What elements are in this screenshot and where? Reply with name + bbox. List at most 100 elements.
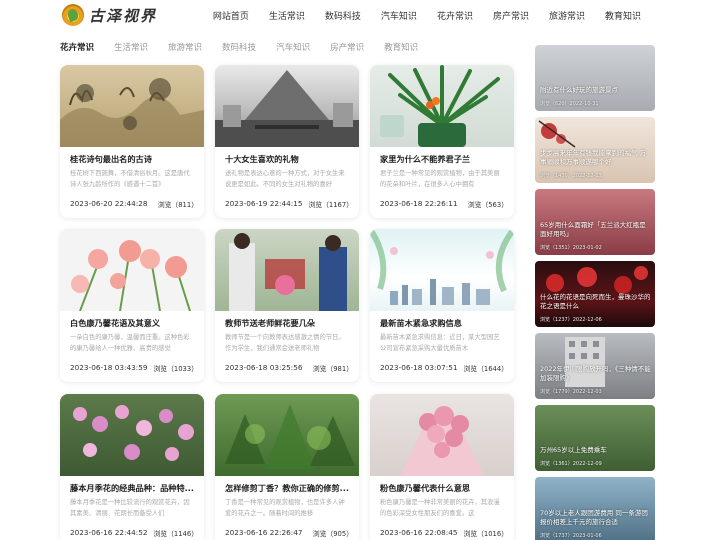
article-title[interactable]: 家里为什么不能养君子兰 [380,153,504,165]
article-date: 2023-06-19 22:44:15 [225,199,303,208]
article-thumbnail[interactable] [215,229,359,311]
article-thumbnail[interactable] [60,394,204,476]
sidebar-item-meta: 浏览（1430）2022-12-13 [540,173,602,179]
article-meta: 2023-06-18 03:07:51 浏览（1644） [380,363,508,373]
article-desc: 藤本月季花是一种比较流行的观赏花卉，因其素美、清丽、花期长而备受人们 [70,499,190,517]
sidebar-item-meta: 浏览（1737）2023-01-06 [540,533,602,539]
article-card[interactable]: 最新苗木紧急求购信息 最新苗木紧急求购信息：近日，某大型园艺公司宣布紧急采购大量… [370,229,514,382]
article-date: 2023-06-16 22:26:47 [225,528,303,537]
sidebar-item-caption[interactable]: 2022年伊川限购放开吗，《三种情不能加装限购》 [540,365,652,383]
sidebar-item-meta: 浏览（1237）2022-12-06 [540,317,602,323]
article-card[interactable]: 粉色康乃馨代表什么意思 粉色康乃馨是一种非常美丽的花卉，其浪漫的色彩深受女性朋友… [370,394,514,540]
tab-car[interactable]: 汽车知识 [276,41,310,53]
article-title[interactable]: 粉色康乃馨代表什么意思 [380,482,504,494]
article-desc: 丁香是一种常见的观赏植物，也是许多人钟爱的花卉之一。随着时间的推移 [225,499,345,517]
article-thumbnail[interactable] [370,65,514,147]
sidebar-item-caption[interactable]: 万州65岁以上免费乘车 [540,446,652,455]
nav-item-car[interactable]: 汽车知识 [381,9,417,22]
sidebar-item[interactable]: 70岁以上老人跟团游费用 同一条游团报价相差上千元的旅行合适 浏览（1737）2… [535,477,655,540]
article-views: 浏览（1016） [463,530,509,538]
article-thumbnail[interactable] [370,229,514,311]
article-desc: 桂花树下西施舞，不借清俗秋月。这是唐代诗人张九龄所作的《感遇十二首》 [70,170,190,188]
article-card[interactable]: 教师节送老师鲜花要几朵 教师节是一个向教师表达感激之情的节日。作为学生，我们通常… [215,229,359,382]
article-desc: 一朵白色的康乃馨，温馨而庄重。这种色彩的康乃馨给人一种优雅、高贵的感觉 [70,334,190,352]
sidebar-item[interactable]: 2022年伊川限购放开吗，《三种情不能加装限购》 浏览（1779）2022-12… [535,333,655,399]
tab-flower[interactable]: 花卉常识 [60,41,94,53]
article-meta: 2023-06-18 22:26:11 浏览（563） [380,199,508,209]
article-views: 浏览（981） [312,365,353,373]
article-title[interactable]: 白色康乃馨花语及其意义 [70,317,194,329]
nav-item-house[interactable]: 房产常识 [493,9,529,22]
article-title[interactable]: 怎样修剪丁香？教你正确的修剪... [225,482,349,494]
article-card[interactable]: 怎样修剪丁香？教你正确的修剪... 丁香是一种常见的观赏植物，也是许多人钟爱的花… [215,394,359,540]
article-thumbnail[interactable] [60,229,204,311]
article-date: 2023-06-18 03:43:59 [70,363,148,372]
article-views: 浏览（1033） [153,365,199,373]
article-desc: 粉色康乃馨是一种非常美丽的花卉，其浪漫的色彩深受女性朋友们的喜爱。这 [380,499,500,517]
sidebar-item-caption[interactable]: 70岁以上老人跟团游费用 同一条游团报价相差上千元的旅行合适 [540,509,652,527]
article-views: 浏览（563） [467,201,508,209]
article-date: 2023-06-18 03:07:51 [380,363,458,372]
tab-travel[interactable]: 旅游常识 [168,41,202,53]
article-meta: 2023-06-18 03:25:56 浏览（981） [225,363,353,373]
article-title[interactable]: 桂花诗句最出名的古诗 [70,153,194,165]
article-views: 浏览（1644） [463,365,509,373]
site-header: 古泽视界 网站首页 生活常识 数码科技 汽车知识 花卉常识 房产常识 旅游常识 … [0,0,720,32]
sidebar-item-caption[interactable]: 65岁用什么面霜好「五兰派大红瓶是面好用吗」 [540,221,652,239]
sidebar-item-meta: 浏览（620）2022-10-31 [540,101,599,107]
article-card[interactable]: 白色康乃馨花语及其意义 一朵白色的康乃馨，温馨而庄重。这种色彩的康乃馨给人一种优… [60,229,204,382]
article-meta: 2023-06-16 22:08:45 浏览（1016） [380,528,508,538]
nav-item-home[interactable]: 网站首页 [213,9,249,22]
article-card[interactable]: 藤本月季花的经典品种：品种特... 藤本月季花是一种比较流行的观赏花卉，因其素美… [60,394,204,540]
nav-item-travel[interactable]: 旅游常识 [549,9,585,22]
sidebar-item[interactable]: 什么花的花语是向死而生，曼珠沙华的花之语是什么 浏览（1237）2022-12-… [535,261,655,327]
sidebar-item-caption[interactable]: 附近有什么好玩的旅游景点 [540,86,652,95]
sidebar-item-caption[interactable]: 什么花的花语是向死而生，曼珠沙华的花之语是什么 [540,293,652,311]
tab-house[interactable]: 房产常识 [330,41,364,53]
article-meta: 2023-06-16 22:26:47 浏览（905） [225,528,353,538]
article-meta: 2023-06-20 22:44:28 浏览（811） [70,199,198,209]
article-meta: 2023-06-19 22:44:15 浏览（1167） [225,199,353,209]
article-date: 2023-06-18 03:25:56 [225,363,303,372]
article-meta: 2023-06-16 22:44:52 浏览（1146） [70,528,198,538]
article-card[interactable]: 桂花诗句最出名的古诗 桂花树下西施舞，不借清俗秋月。这是唐代诗人张九龄所作的《感… [60,65,204,218]
article-desc: 教师节是一个向教师表达感激之情的节日。作为学生，我们通常会送老师礼物 [225,334,345,352]
article-views: 浏览（905） [312,530,353,538]
article-views: 浏览（1146） [153,530,199,538]
article-thumbnail[interactable] [215,65,359,147]
sidebar-item[interactable]: 万州65岁以上免费乘车 浏览（1361）2022-12-09 [535,405,655,471]
site-logo[interactable]: 古泽视界 [62,4,157,26]
logo-icon [62,4,84,26]
sidebar-item-meta: 浏览（1361）2022-12-09 [540,461,602,467]
nav-item-digital[interactable]: 数码科技 [325,9,361,22]
article-card[interactable]: 家里为什么不能养君子兰 君子兰是一种常见的观赏植物，由于其美丽的花朵和叶片，在很… [370,65,514,218]
article-title[interactable]: 最新苗木紧急求购信息 [380,317,504,329]
tab-education[interactable]: 教育知识 [384,41,418,53]
article-thumbnail[interactable] [370,394,514,476]
sidebar-item-meta: 浏览（1351）2023-01-02 [540,245,602,251]
tab-digital[interactable]: 数码科技 [222,41,256,53]
article-title[interactable]: 藤本月季花的经典品种：品种特... [70,482,194,494]
article-thumbnail[interactable] [215,394,359,476]
tab-life[interactable]: 生活常识 [114,41,148,53]
article-title[interactable]: 十大女生喜欢的礼物 [225,153,349,165]
article-date: 2023-06-16 22:08:45 [380,528,458,537]
article-date: 2023-06-16 22:44:52 [70,528,148,537]
sidebar-item-caption[interactable]: 步步高来年年有钱我能拿到的福气 万事顺顺和万事顺遂哪个好 [540,149,652,167]
article-desc: 君子兰是一种常见的观赏植物，由于其美丽的花朵和叶片，在很多人心中拥有 [380,170,500,188]
sidebar-item[interactable]: 附近有什么好玩的旅游景点 浏览（620）2022-10-31 [535,45,655,111]
article-title[interactable]: 教师节送老师鲜花要几朵 [225,317,349,329]
category-tabs: 花卉常识 生活常识 旅游常识 数码科技 汽车知识 房产常识 教育知识 [60,41,438,53]
nav-item-education[interactable]: 教育知识 [605,9,641,22]
nav-item-flower[interactable]: 花卉常识 [437,9,473,22]
sidebar-item-meta: 浏览（1779）2022-12-03 [540,389,602,395]
article-views: 浏览（811） [157,201,198,209]
nav-item-life[interactable]: 生活常识 [269,9,305,22]
sidebar-item[interactable]: 65岁用什么面霜好「五兰派大红瓶是面好用吗」 浏览（1351）2023-01-0… [535,189,655,255]
article-date: 2023-06-18 22:26:11 [380,199,458,208]
article-desc: 送礼物是表达心意的一种方式，对于女生来说更是如此。不同的女生对礼物的喜好 [225,170,345,188]
article-thumbnail[interactable] [60,65,204,147]
article-card[interactable]: 十大女生喜欢的礼物 送礼物是表达心意的一种方式，对于女生来说更是如此。不同的女生… [215,65,359,218]
logo-text: 古泽视界 [89,6,158,25]
sidebar-item[interactable]: 步步高来年年有钱我能拿到的福气 万事顺顺和万事顺遂哪个好 浏览（1430）202… [535,117,655,183]
